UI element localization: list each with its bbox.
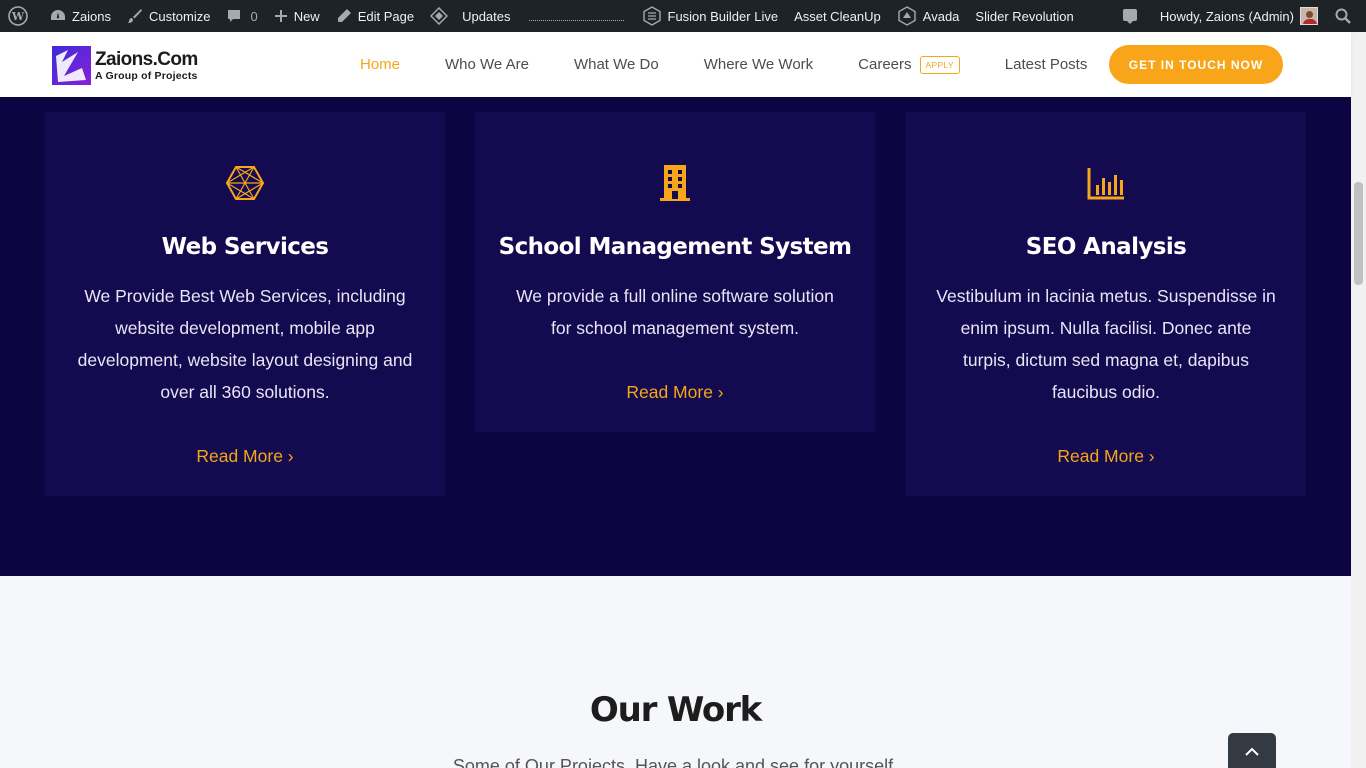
services-section: Web Services We Provide Best Web Service… [0,97,1351,576]
comments-count: 0 [250,8,258,24]
apply-badge: APPLY [919,55,960,74]
slider-revolution-link[interactable]: Slider Revolution [967,0,1081,32]
edit-page-link[interactable]: Edit Page [328,0,422,32]
new-content-menu[interactable]: New [266,0,328,32]
edit-page-label: Edit Page [357,8,415,24]
comments-link[interactable]: 0 [218,0,265,32]
scrollbar-thumb[interactable] [1354,182,1363,285]
service-description: We Provide Best Web Services, including … [77,286,413,402]
customize-label: Customize [149,8,211,24]
notification-link[interactable] [1114,0,1152,32]
wp-admin-bar: W Zaions Customize 0 New Edit Page Updat… [0,0,1366,32]
nav-item-careers-label: Careers [858,56,912,73]
site-logo[interactable]: Zaions.Com A Group of Projects [52,46,198,85]
nav-item-latest-posts[interactable]: Latest Posts [1005,56,1088,73]
service-card-web-services: Web Services We Provide Best Web Service… [45,112,445,496]
nav-item-home[interactable]: Home [360,56,400,73]
diamond-icon [430,7,449,25]
dashboard-icon [51,10,65,20]
main-navigation: Home Who We Are What We Do Where We Work… [360,32,1132,97]
our-work-subtitle: Some of Our Projects. Have a look and se… [452,756,899,768]
service-title: School Management System [498,234,852,260]
logo-tagline: A Group of Projects [95,69,198,82]
service-title: SEO Analysis [1025,234,1187,260]
nav-item-who-we-are[interactable]: Who We Are [445,56,529,73]
site-header: Zaions.Com A Group of Projects Home Who … [0,32,1351,97]
service-description: Vestibulum in lacinia metus. Suspendisse… [936,286,1276,402]
logo-name: Zaions.Com [95,48,198,70]
my-account-menu[interactable]: Howdy, Zaions (Admin) [1152,0,1326,32]
nav-item-where-we-work[interactable]: Where We Work [704,56,813,73]
notification-icon [1122,9,1137,24]
pencil-icon [337,9,351,22]
service-title: Web Services [161,234,329,260]
read-more-link[interactable]: Read More › [475,382,875,403]
avatar [1300,7,1318,25]
slider-revolution-label: Slider Revolution [975,8,1074,24]
plus-icon [274,10,287,22]
bar-chart-icon [1087,168,1124,200]
read-more-link[interactable]: Read More › [45,446,445,467]
wordpress-logo-icon[interactable]: W [0,0,42,32]
fusion-builder-label: Fusion Builder Live [667,8,779,24]
asset-cleanup-label: Asset CleanUp [794,8,881,24]
updates-link[interactable]: Updates [422,0,518,32]
avada-link[interactable]: Avada [889,0,968,32]
service-card-seo-analysis: SEO Analysis Vestibulum in lacinia metus… [906,112,1306,496]
brush-icon [128,9,143,23]
back-to-top-button[interactable] [1228,733,1276,768]
page-scrollbar[interactable] [1351,32,1366,768]
nav-item-careers[interactable]: Careers APPLY [858,55,960,74]
howdy-label: Howdy, Zaions (Admin) [1159,8,1294,24]
our-work-title: Our Work [589,690,762,730]
fusion-builder-icon [642,6,661,26]
zaions-logo-icon [52,46,91,85]
site-name-label: Zaions [72,8,112,24]
avada-icon [898,6,916,26]
admin-search-button[interactable] [1326,0,1366,32]
hexagon-network-icon [225,166,265,200]
fusion-builder-link[interactable]: Fusion Builder Live [634,0,787,32]
comment-icon [228,10,241,22]
chevron-up-icon [1245,747,1259,756]
read-more-link[interactable]: Read More › [906,446,1306,467]
our-work-section: Our Work Some of Our Projects. Have a lo… [0,576,1351,768]
nav-item-what-we-do[interactable]: What We Do [574,56,659,73]
customize-link[interactable]: Customize [119,0,218,32]
asset-cleanup-link[interactable]: Asset CleanUp [786,0,889,32]
building-icon [660,165,690,201]
admin-bar-divider [528,19,624,21]
service-card-school-management: School Management System We provide a fu… [475,112,875,432]
site-name-menu[interactable]: Zaions [42,0,119,32]
avada-label: Avada [922,8,960,24]
svg-text:W: W [11,10,25,23]
updates-label: Updates [462,8,511,24]
new-label: New [293,8,320,24]
search-icon [1335,8,1351,24]
service-description: We provide a full online software soluti… [516,286,834,338]
get-in-touch-button[interactable]: GET IN TOUCH NOW [1109,45,1283,84]
